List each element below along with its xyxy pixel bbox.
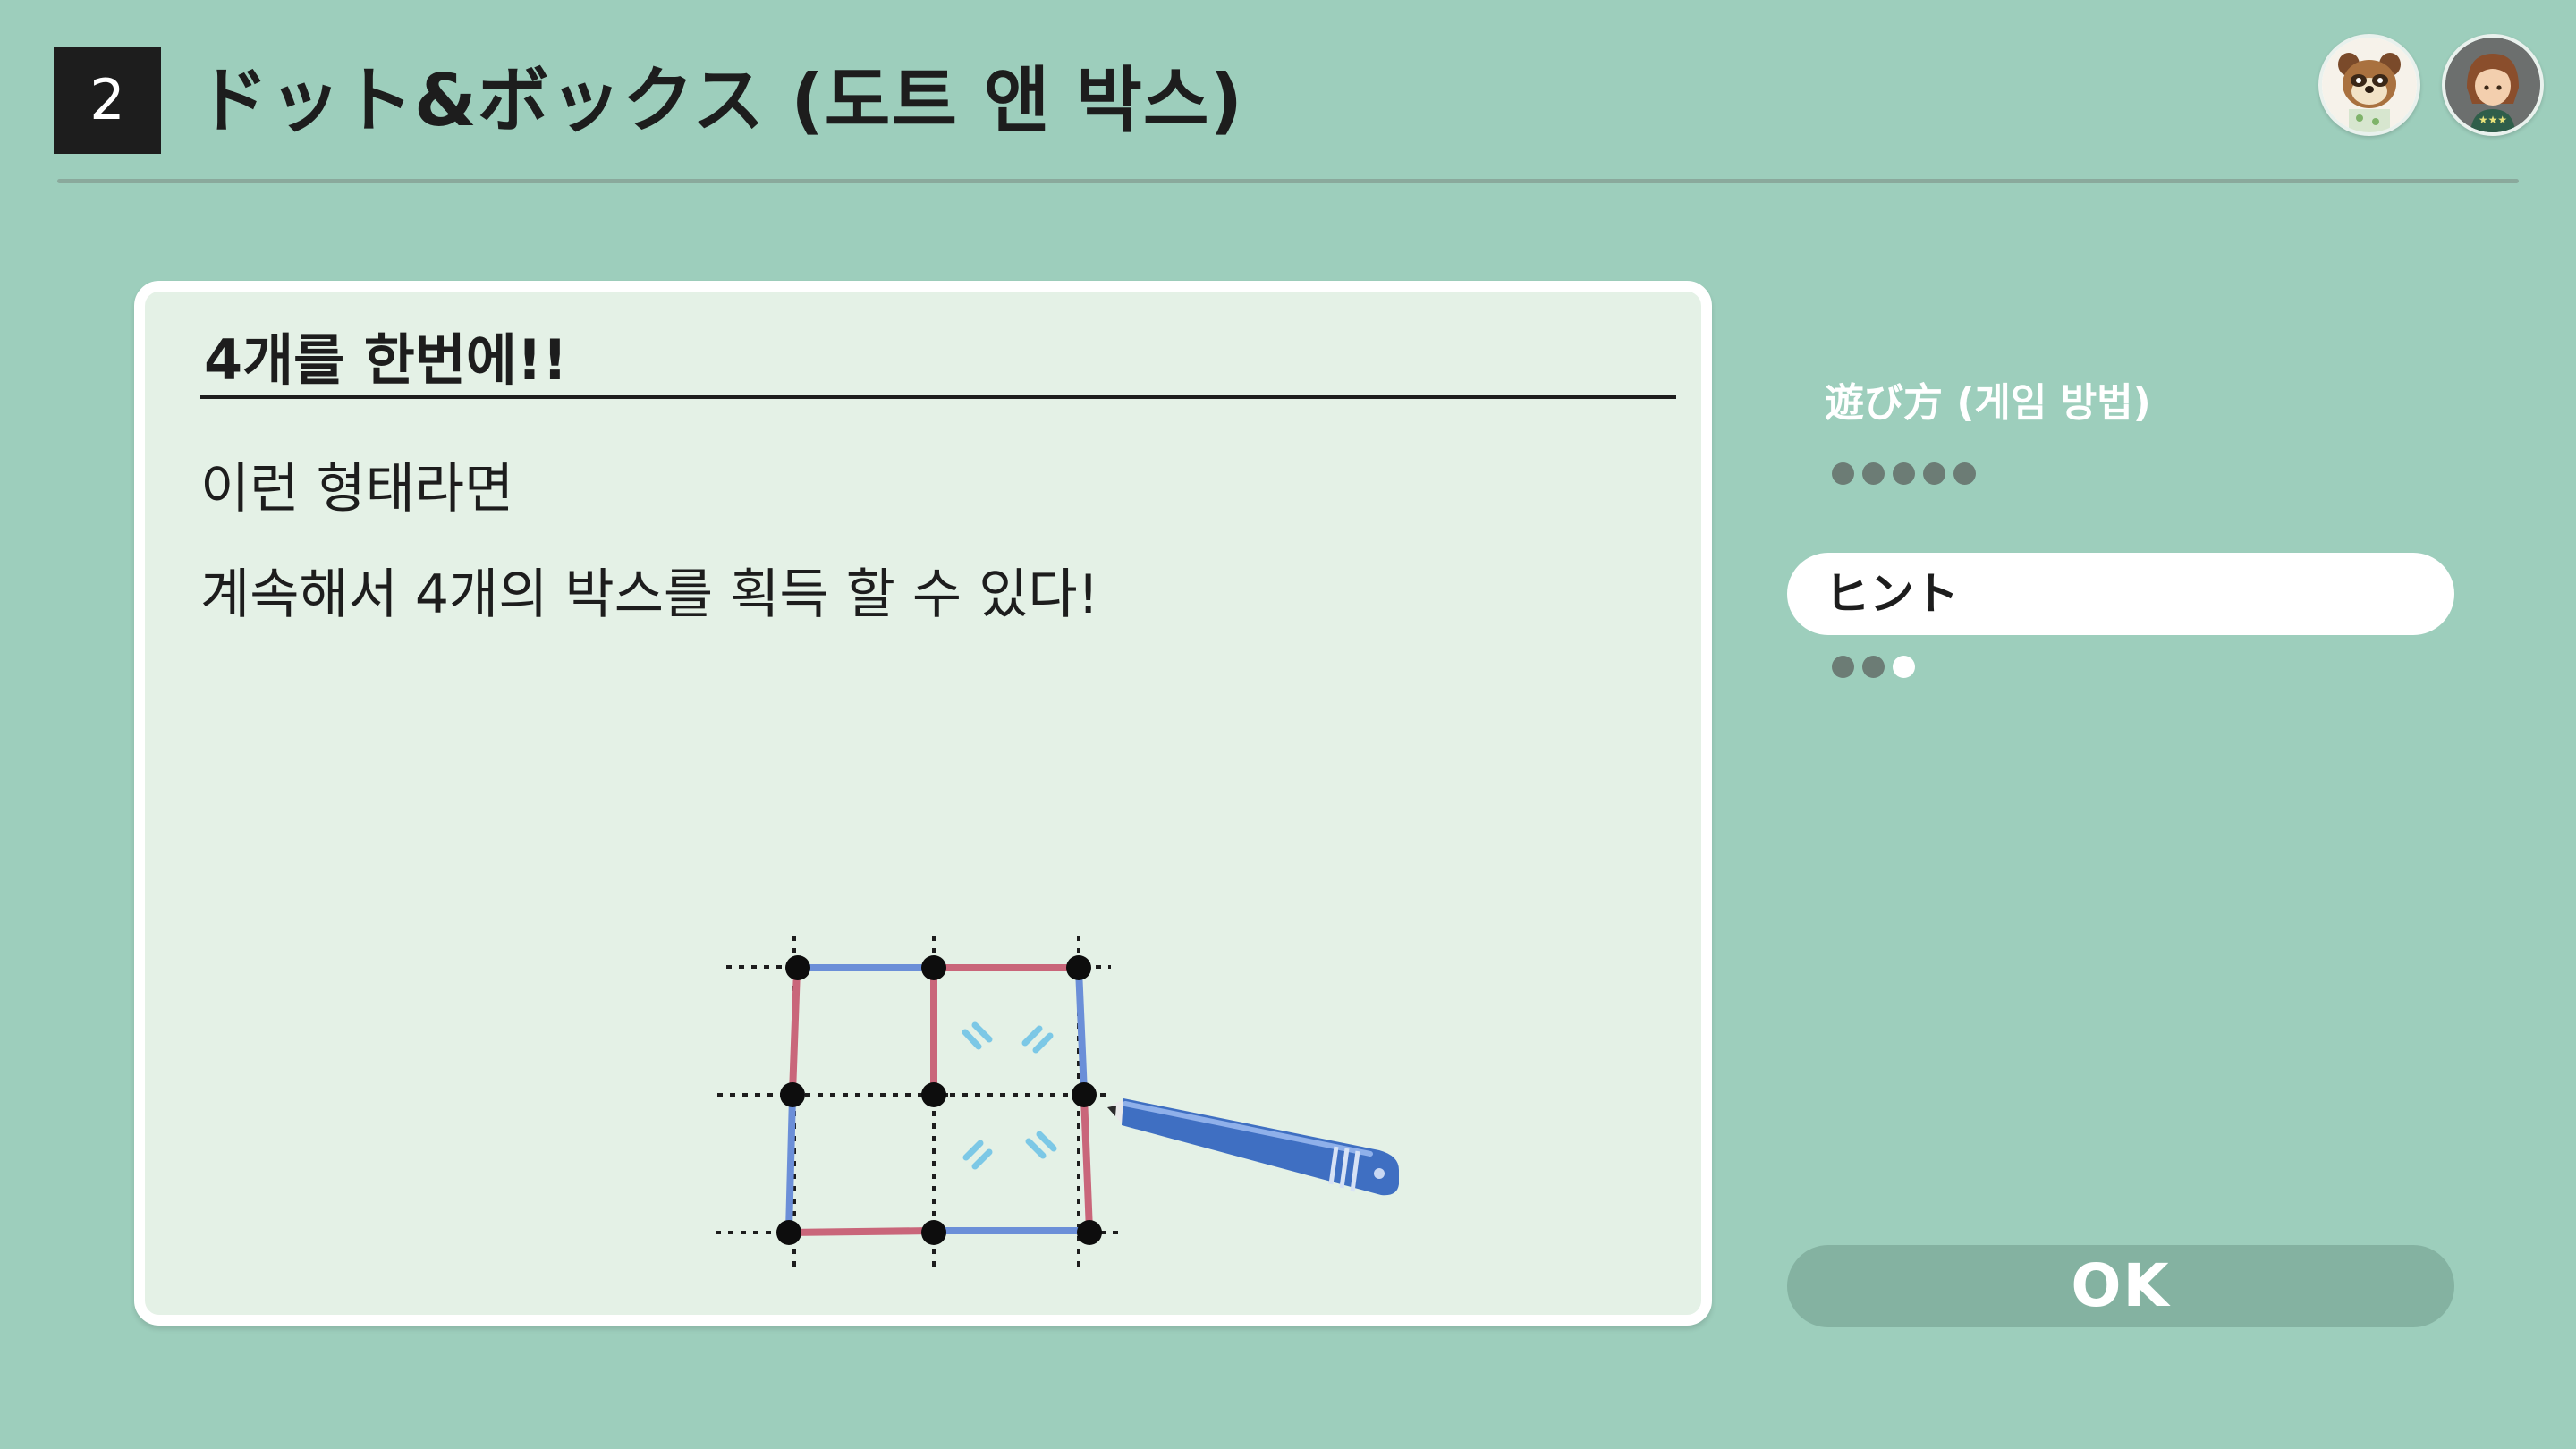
page-dot bbox=[1832, 655, 1854, 678]
panel-heading-divider bbox=[200, 395, 1676, 399]
page-dot bbox=[1862, 462, 1885, 485]
grid-dots bbox=[776, 955, 1102, 1245]
hint-page-indicator bbox=[1832, 653, 1915, 680]
page-dot bbox=[1953, 462, 1976, 485]
player-avatar-villager: ★★★ bbox=[2442, 34, 2544, 136]
pen-icon bbox=[1107, 1098, 1399, 1196]
game-screen: 2 ドット&ボックス (도트 앤 박스) ★★★ 4개를 한번에!! 이런 형태… bbox=[0, 0, 2576, 1449]
menu-how-to-play[interactable]: 遊び方 (게임 방법) bbox=[1825, 370, 2151, 428]
player-avatar-raccoon bbox=[2318, 34, 2420, 136]
how-to-play-page-indicator bbox=[1832, 460, 1976, 487]
page-dot bbox=[1893, 655, 1915, 678]
panel-text-line-2: 계속해서 4개의 박스를 획득 할 수 있다! bbox=[200, 564, 1099, 626]
villager-icon: ★★★ bbox=[2445, 38, 2540, 132]
page-dot bbox=[1893, 462, 1915, 485]
ok-button[interactable]: OK bbox=[1787, 1245, 2454, 1327]
menu-hint[interactable]: ヒント bbox=[1787, 553, 2454, 635]
grid-guide-lines bbox=[716, 936, 1120, 1267]
line-left-lower bbox=[785, 1093, 796, 1234]
header-divider bbox=[57, 179, 2519, 183]
page-dot bbox=[1862, 655, 1885, 678]
hint-panel: 4개를 한번에!! 이런 형태라면 계속해서 4개의 박스를 획득 할 수 있다… bbox=[134, 281, 1712, 1326]
svg-text:★★★: ★★★ bbox=[2479, 114, 2507, 126]
page-dot bbox=[1923, 462, 1945, 485]
line-bottom-left bbox=[785, 1227, 936, 1236]
game-title: ドット&ボックス (도트 앤 박스) bbox=[197, 59, 1244, 142]
panel-text-line-1: 이런 형태라면 bbox=[200, 458, 514, 521]
line-left-upper bbox=[789, 966, 801, 1097]
line-right-lower bbox=[1080, 1093, 1093, 1234]
step-number-badge: 2 bbox=[54, 47, 161, 154]
panel-heading: 4개를 한번에!! bbox=[204, 327, 568, 393]
raccoon-icon bbox=[2322, 38, 2417, 132]
page-dot bbox=[1832, 462, 1854, 485]
dots-and-boxes-diagram bbox=[716, 936, 1399, 1267]
